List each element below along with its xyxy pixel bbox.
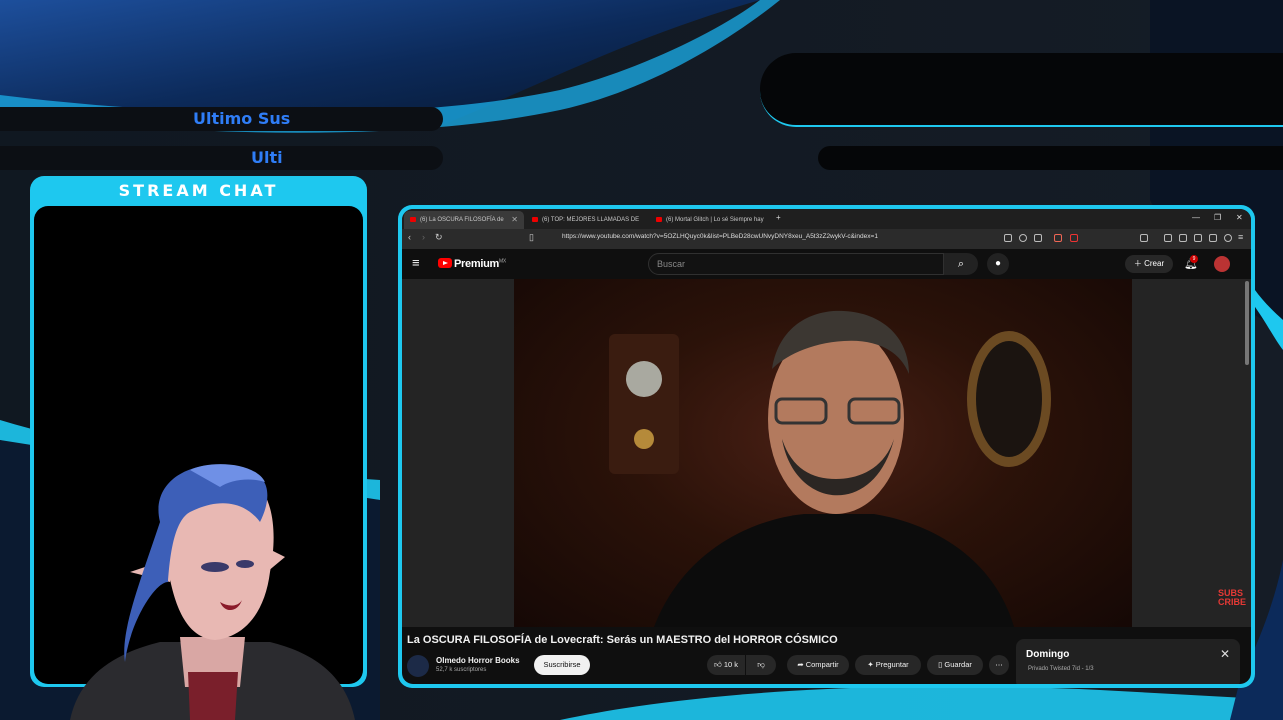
- url-field[interactable]: https://www.youtube.com/watch?v=5OZLHQuy…: [562, 233, 878, 240]
- hamburger-menu-icon[interactable]: ≡: [412, 255, 420, 270]
- profile-icon[interactable]: [1224, 234, 1232, 242]
- back-icon[interactable]: ‹: [408, 232, 411, 242]
- playlist-title[interactable]: Domingo: [1026, 649, 1069, 660]
- new-tab-icon[interactable]: +: [776, 213, 781, 222]
- extension-icon[interactable]: [1004, 234, 1012, 242]
- microphone-icon[interactable]: ●: [987, 253, 1009, 275]
- share-button[interactable]: ➦ Compartir: [787, 655, 849, 675]
- tab-bar: (6) La OSCURA FILOSOFÍA de ✕ (6) TOP: ME…: [402, 209, 1251, 229]
- reload-icon[interactable]: ↻: [435, 232, 443, 243]
- youtube-favicon-icon: [656, 216, 662, 222]
- notification-badge: 9: [1190, 255, 1198, 263]
- rewards-icon[interactable]: [1070, 234, 1078, 242]
- video-player[interactable]: SUBS CRIBE: [402, 279, 1251, 627]
- brave-shield-icon[interactable]: [1054, 234, 1062, 242]
- channel-avatar[interactable]: [407, 655, 429, 677]
- channel-subscriber-count: 52,7 k suscriptores: [436, 667, 487, 673]
- youtube-favicon-icon: [532, 216, 538, 222]
- thumbs-down-icon: 👎︎: [757, 660, 765, 669]
- sidebar-icon[interactable]: [1140, 234, 1148, 242]
- browser-window: (6) La OSCURA FILOSOFÍA de ✕ (6) TOP: ME…: [402, 209, 1251, 684]
- search-input[interactable]: Buscar: [648, 253, 944, 275]
- video-title: La OSCURA FILOSOFÍA de Lovecraft: Serás …: [407, 634, 838, 646]
- music-icon[interactable]: [1164, 234, 1172, 242]
- forward-icon[interactable]: ›: [422, 232, 425, 242]
- ticker-bar-1: Ultimo Sus: [0, 107, 443, 131]
- share-arrow-icon: ➦: [797, 660, 804, 669]
- tab-label: (6) Mortal Glitch | Lo sé Siempre hay: [666, 217, 764, 223]
- more-actions-button[interactable]: ⋯: [989, 655, 1009, 675]
- video-frame: [514, 279, 1132, 627]
- youtube-logo[interactable]: PremiumMX: [438, 258, 506, 270]
- like-button[interactable]: 👍︎ 10 k: [707, 655, 745, 675]
- search-icon[interactable]: ⌕: [944, 253, 978, 275]
- channel-name[interactable]: Olmedo Horror Books: [436, 656, 520, 665]
- account-avatar[interactable]: [1214, 256, 1230, 272]
- sparkle-icon: ✦: [867, 660, 874, 669]
- vtuber-avatar: [70, 464, 355, 720]
- video-content: [609, 310, 1051, 627]
- wallet-icon[interactable]: [1194, 234, 1202, 242]
- tab-label: (6) La OSCURA FILOSOFÍA de: [420, 217, 504, 223]
- ticker-text: Ultimo Sus: [193, 109, 291, 128]
- close-playlist-icon[interactable]: ✕: [1220, 647, 1230, 661]
- ticker-bar-2: Ulti: [0, 146, 443, 170]
- ask-button[interactable]: ✦ Preguntar: [855, 655, 921, 675]
- bookmark-save-icon: ▯: [938, 660, 943, 669]
- reader-icon[interactable]: [1179, 234, 1187, 242]
- share-icon[interactable]: [1034, 234, 1042, 242]
- playlist-subtitle: Privado Twisted 7id - 1/3: [1028, 666, 1094, 672]
- youtube-header: ≡ PremiumMX Buscar ⌕ ● ＋ Crear 🔔︎ 9: [402, 249, 1251, 279]
- vpn-icon[interactable]: [1209, 234, 1217, 242]
- zoom-icon[interactable]: [1019, 234, 1027, 242]
- thumbs-up-icon: 👍︎: [713, 660, 722, 669]
- browser-tab-1[interactable]: (6) La OSCURA FILOSOFÍA de ✕: [404, 211, 524, 229]
- youtube-favicon-icon: [410, 216, 416, 222]
- close-tab-icon[interactable]: ✕: [511, 211, 518, 229]
- address-bar: ‹ › ↻ ▯ https://www.youtube.com/watch?v=…: [402, 229, 1251, 249]
- overlay-pill-bottom: [818, 146, 1283, 170]
- menu-icon[interactable]: ≡: [1238, 232, 1243, 242]
- page-scrollbar[interactable]: [1245, 281, 1249, 365]
- playlist-panel: Domingo Privado Twisted 7id - 1/3 ✕: [1016, 639, 1240, 684]
- more-icon: ⋯: [995, 660, 1003, 669]
- subscribe-watermark[interactable]: SUBS CRIBE: [1218, 589, 1246, 607]
- bookmark-icon[interactable]: ▯: [529, 232, 534, 243]
- close-window-icon[interactable]: ✕: [1236, 213, 1243, 222]
- maximize-icon[interactable]: ❐: [1214, 213, 1221, 222]
- youtube-play-icon: [438, 258, 452, 268]
- save-button[interactable]: ▯ Guardar: [927, 655, 983, 675]
- tab-label: (6) TOP: MEJORES LLAMADAS DE: [542, 217, 640, 223]
- minimize-icon[interactable]: —: [1192, 213, 1200, 222]
- stream-chat-title: STREAM CHAT: [118, 181, 279, 200]
- browser-tab-2[interactable]: (6) TOP: MEJORES LLAMADAS DE: [526, 211, 646, 229]
- overlay-pill-top: [760, 53, 1283, 127]
- dislike-button[interactable]: 👎︎: [746, 655, 776, 675]
- browser-tab-3[interactable]: (6) Mortal Glitch | Lo sé Siempre hay: [650, 211, 770, 229]
- create-button[interactable]: ＋ Crear: [1125, 255, 1173, 273]
- ticker-text: Ulti: [251, 148, 283, 167]
- subscribe-button[interactable]: Suscribirse: [534, 655, 590, 675]
